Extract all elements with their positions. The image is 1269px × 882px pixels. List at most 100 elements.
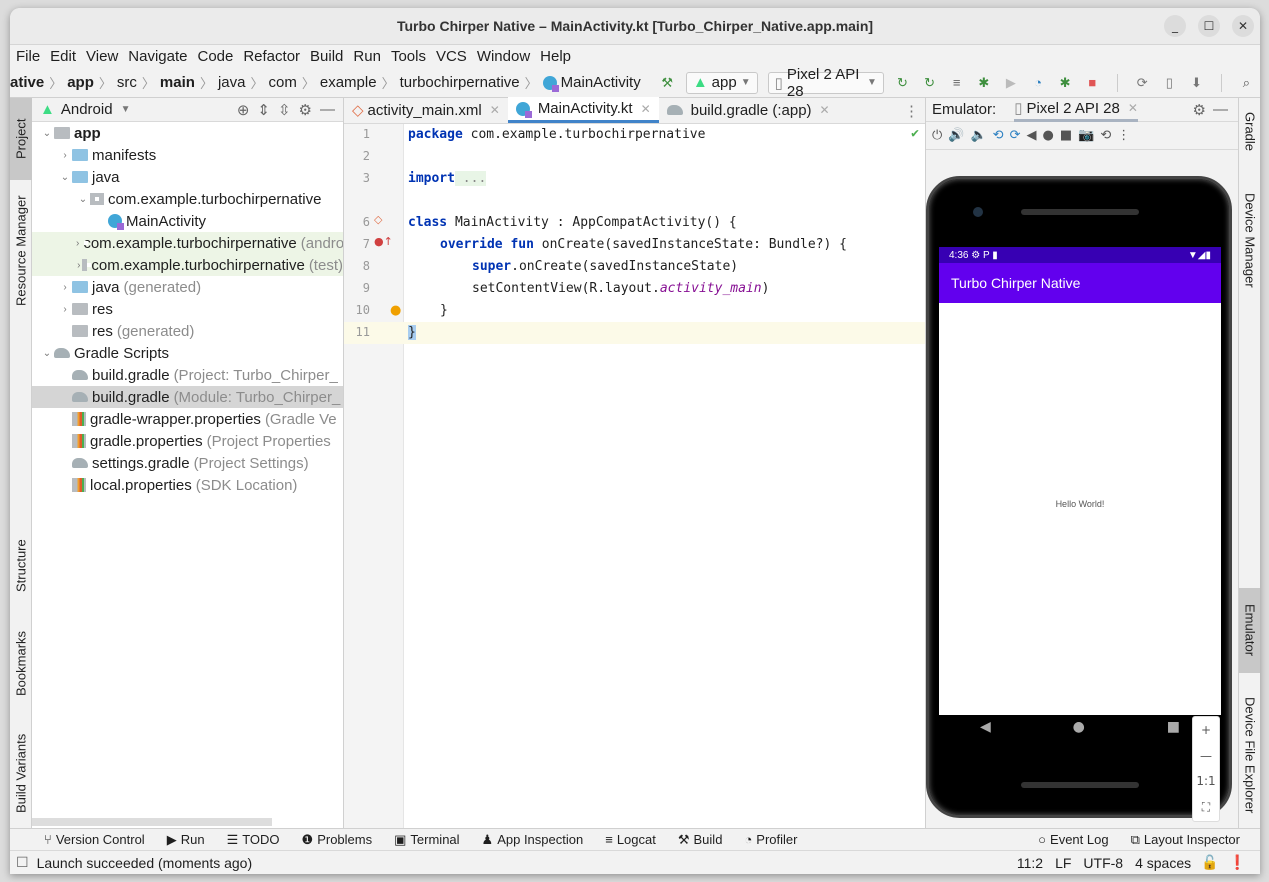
chevron-right-icon[interactable]: ›	[58, 304, 72, 315]
menu-help[interactable]: Help	[540, 48, 571, 65]
project-view-select[interactable]: Android	[61, 101, 113, 118]
maximize-button[interactable]: ☐	[1198, 15, 1220, 37]
tool-layout-inspector[interactable]: ⧉ Layout Inspector	[1131, 832, 1240, 848]
chevron-down-icon[interactable]: ⌄	[76, 194, 90, 205]
nav-back-icon[interactable]: ◀	[980, 719, 991, 735]
tree-item[interactable]: ⌄ Gradle Scripts	[32, 342, 343, 364]
tree-item[interactable]: local.properties (SDK Location)	[32, 474, 343, 496]
breadcrumb-project[interactable]: ative	[10, 74, 44, 91]
menu-vcs[interactable]: VCS	[436, 48, 467, 65]
horizontal-scrollbar[interactable]	[32, 818, 272, 826]
lock-icon[interactable]: 🔓	[1201, 854, 1218, 871]
tool-tab-structure[interactable]: Structure	[10, 523, 32, 608]
back-icon[interactable]: ◀	[1026, 128, 1036, 143]
menu-refactor[interactable]: Refactor	[243, 48, 300, 65]
menu-window[interactable]: Window	[477, 48, 530, 65]
close-tab-icon[interactable]: ✕	[1128, 101, 1138, 115]
emulator-device-tab[interactable]: ▯ Pixel 2 API 28 ✕	[1014, 98, 1138, 122]
tree-item[interactable]: › res	[32, 298, 343, 320]
apply-code-changes-icon[interactable]: ↻	[921, 73, 938, 93]
minimize-button[interactable]: _	[1164, 15, 1186, 37]
indent-setting[interactable]: 4 spaces	[1135, 855, 1191, 871]
tool-logcat[interactable]: ≡ Logcat	[605, 832, 656, 847]
tree-item[interactable]: ⌄ java	[32, 166, 343, 188]
tree-item[interactable]: MainActivity	[32, 210, 343, 232]
lightbulb-icon[interactable]: ●	[390, 303, 401, 318]
more-icon[interactable]: ⋮	[1117, 128, 1130, 143]
tree-item[interactable]: › com.example.turbochirpernative (test)	[32, 254, 343, 276]
override-marker-icon[interactable]: ●↑	[374, 235, 393, 248]
tree-item[interactable]: › com.example.turbochirpernative(androidT…	[32, 232, 343, 254]
menu-view[interactable]: View	[86, 48, 118, 65]
chevron-down-icon[interactable]: ⌄	[40, 128, 54, 139]
nav-recents-icon[interactable]: ■	[1167, 719, 1180, 735]
folded-imports[interactable]: ...	[454, 171, 487, 186]
tool-tab-project[interactable]: Project	[10, 98, 32, 180]
breadcrumb-com[interactable]: com	[269, 74, 297, 91]
status-message[interactable]: Launch succeeded (moments ago)	[37, 855, 253, 871]
rotate-left-icon[interactable]: ⟲	[993, 128, 1004, 143]
nav-home-icon[interactable]: ●	[1073, 719, 1085, 735]
menu-tools[interactable]: Tools	[391, 48, 426, 65]
tab-mainactivity-kt[interactable]: MainActivity.kt ✕	[507, 97, 659, 123]
zoom-fit-button[interactable]: ⛶	[1202, 800, 1210, 815]
tree-item[interactable]: › manifests	[32, 144, 343, 166]
layout-file-icon[interactable]: ◇	[374, 213, 382, 226]
tree-item[interactable]: ⌄ app	[32, 122, 343, 144]
close-tab-icon[interactable]: ✕	[490, 103, 500, 117]
volume-up-icon[interactable]: 🔊	[948, 128, 964, 143]
device-screen[interactable]: 4:36 ⚙ P ▮ ▼◢▮ Turbo Chirper Native Hell…	[939, 247, 1221, 715]
sync-gradle-icon[interactable]: ⟳	[1134, 73, 1151, 93]
snapshot-icon[interactable]: ⟲	[1100, 128, 1111, 143]
tool-tab-device-file-explorer[interactable]: Device File Explorer	[1239, 688, 1260, 823]
tool-run[interactable]: ▶ Run	[167, 832, 205, 848]
stop-icon[interactable]: ■	[1084, 73, 1101, 93]
menu-code[interactable]: Code	[197, 48, 233, 65]
tool-build[interactable]: ⚒ Build	[678, 832, 723, 848]
device-select[interactable]: ▯ Pixel 2 API 28 ▼	[767, 66, 884, 100]
avd-manager-icon[interactable]: ▯	[1161, 73, 1178, 93]
tree-item[interactable]: gradle.properties (Project Properties	[32, 430, 343, 452]
power-icon[interactable]: ⏻	[932, 128, 942, 143]
tool-tab-build-variants[interactable]: Build Variants	[10, 723, 32, 823]
chevron-down-icon[interactable]: ⌄	[40, 348, 54, 359]
debug-icon[interactable]: ✱	[975, 73, 992, 93]
breadcrumb-src[interactable]: src	[117, 74, 137, 91]
menu-run[interactable]: Run	[353, 48, 381, 65]
tool-app-inspection[interactable]: ♟ App Inspection	[482, 832, 584, 848]
chevron-right-icon[interactable]: ›	[58, 282, 72, 293]
screenshot-icon[interactable]: 📷	[1078, 128, 1094, 143]
zoom-in-button[interactable]: +	[1201, 723, 1211, 737]
hammer-icon[interactable]: ⚒	[659, 73, 676, 93]
tree-item[interactable]: settings.gradle (Project Settings)	[32, 452, 343, 474]
menu-build[interactable]: Build	[310, 48, 343, 65]
tool-todo[interactable]: ☰ TODO	[227, 832, 280, 848]
breadcrumb-example[interactable]: example	[320, 74, 377, 91]
tool-tab-device-manager[interactable]: Device Manager	[1239, 178, 1260, 303]
search-icon[interactable]: ⌕	[1238, 73, 1255, 93]
menu-navigate[interactable]: Navigate	[128, 48, 187, 65]
sdk-manager-icon[interactable]: ⬇	[1188, 73, 1205, 93]
tree-item[interactable]: res (generated)	[32, 320, 343, 342]
caret-position[interactable]: 11:2	[1017, 855, 1043, 871]
breadcrumb-package[interactable]: turbochirpernative	[400, 74, 520, 91]
line-separator[interactable]: LF	[1055, 855, 1071, 871]
close-tab-icon[interactable]: ✕	[820, 103, 830, 117]
chevron-right-icon[interactable]: ›	[76, 238, 79, 249]
tool-tab-resource-manager[interactable]: Resource Manager	[10, 188, 32, 313]
close-button[interactable]: ✕	[1232, 15, 1254, 37]
zoom-actual-size-button[interactable]: 1:1	[1196, 774, 1215, 788]
hide-icon[interactable]: —	[1213, 101, 1228, 118]
toggle-tool-windows-icon[interactable]: ☐	[16, 854, 29, 871]
tree-item[interactable]: › java (generated)	[32, 276, 343, 298]
breadcrumb-main[interactable]: main	[160, 74, 195, 91]
chevron-down-icon[interactable]: ⌄	[58, 172, 72, 183]
tab-build-gradle-app[interactable]: build.gradle (:app) ✕	[659, 97, 838, 123]
tree-item[interactable]: build.gradle (Module: Turbo_Chirper_	[32, 386, 343, 408]
breadcrumb-app[interactable]: app	[67, 74, 94, 91]
run-config-select[interactable]: ▲ app ▼	[685, 71, 758, 94]
debug-attach-icon[interactable]: ✱	[1057, 73, 1074, 93]
attach-debugger-icon[interactable]: ▶	[1002, 73, 1019, 93]
breadcrumb-class[interactable]: MainActivity	[561, 74, 641, 91]
tool-tab-emulator[interactable]: Emulator	[1239, 588, 1260, 673]
